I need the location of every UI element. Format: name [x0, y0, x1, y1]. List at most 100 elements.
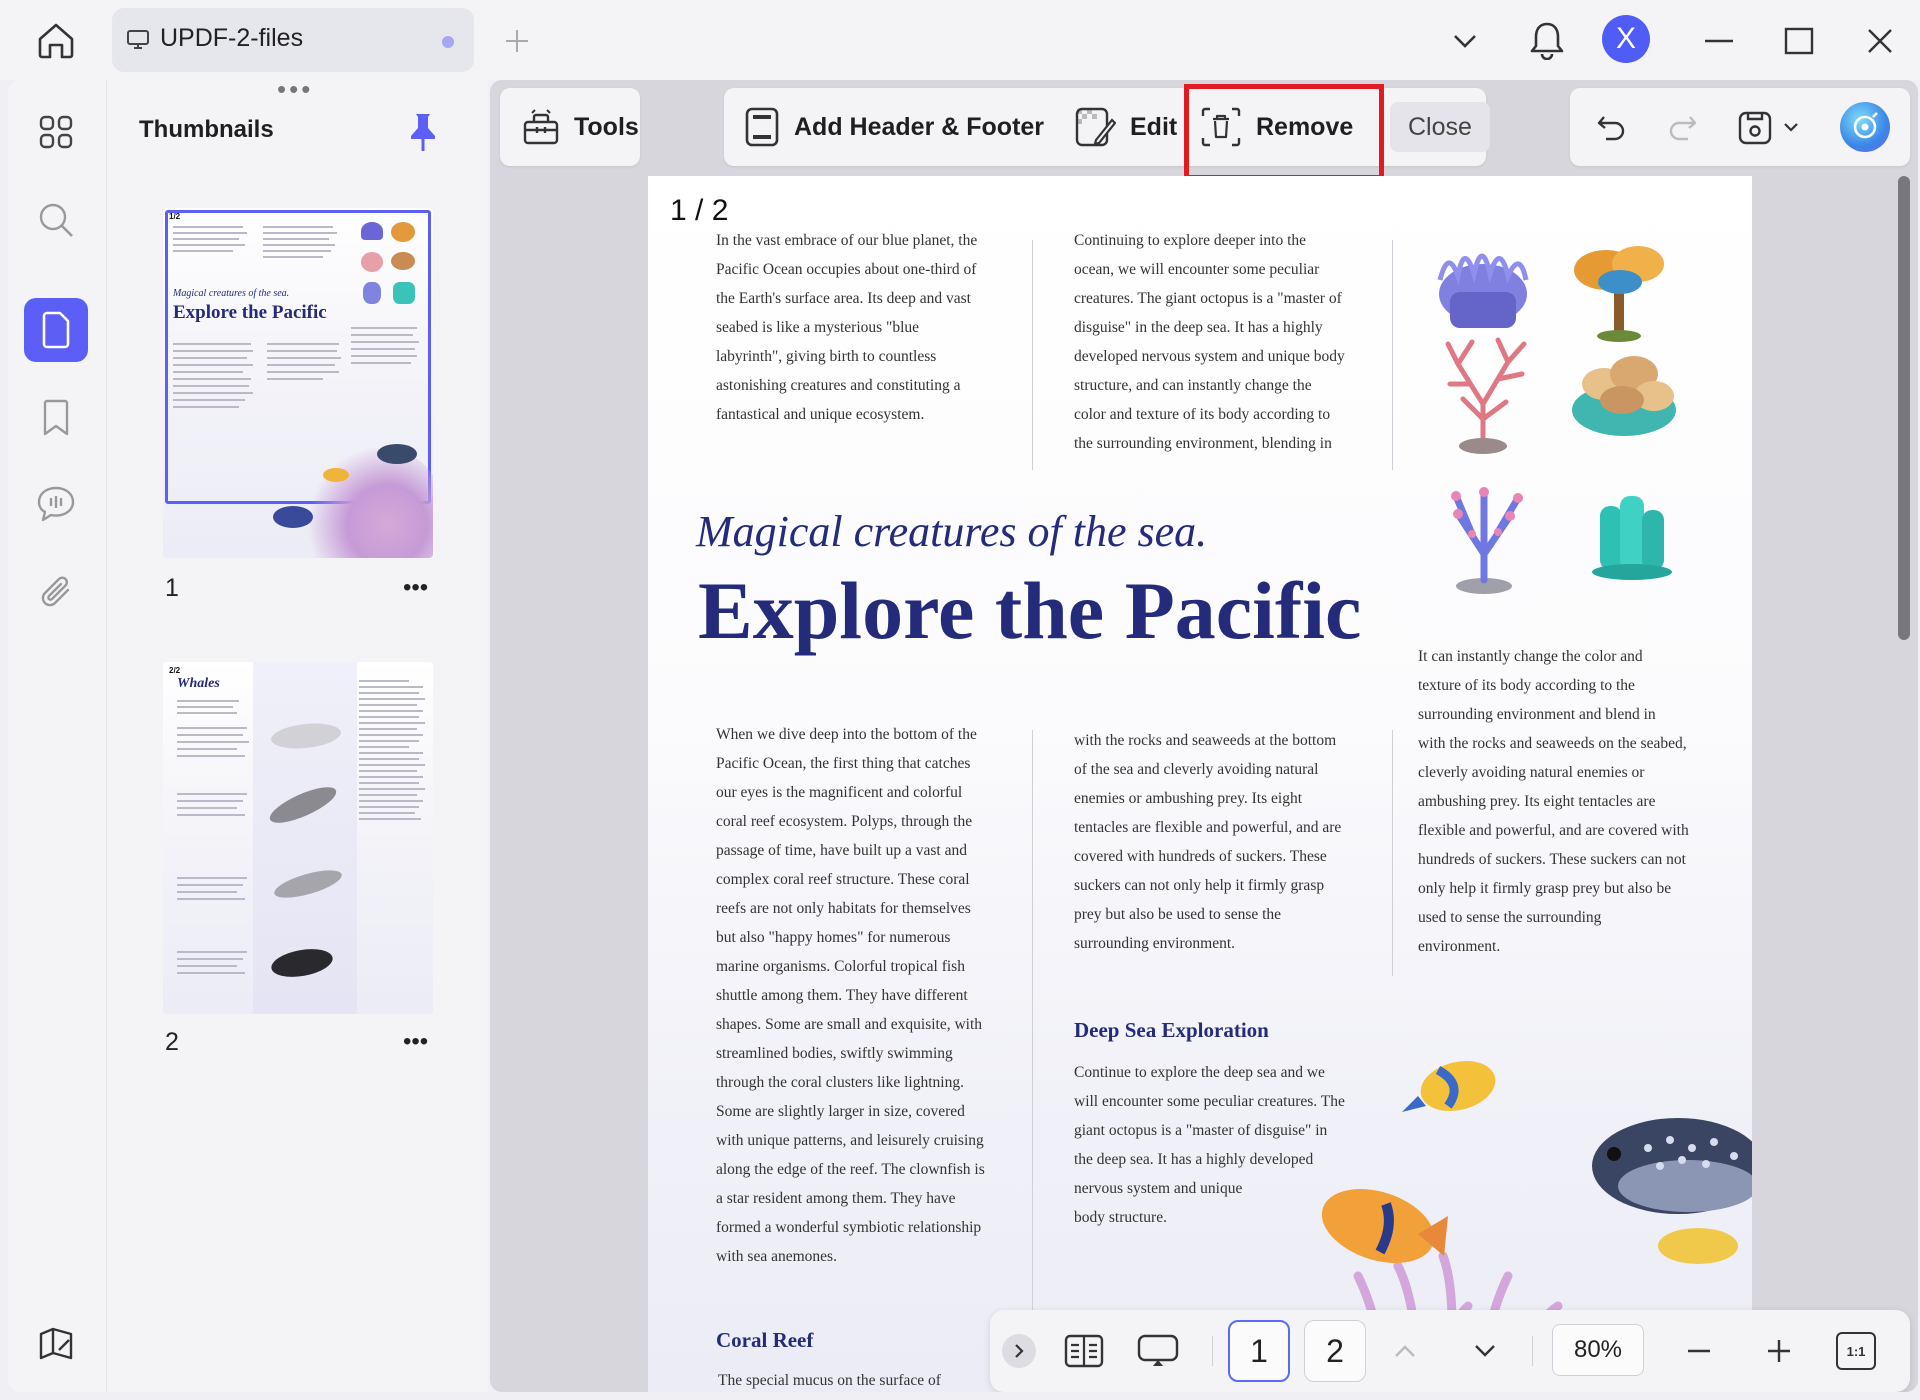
thumbnail-page-1[interactable]: 1/2 Magical creatures of the sea. Explor…	[163, 208, 433, 558]
page-layout-button[interactable]	[1060, 1330, 1108, 1372]
rail-attachments-button[interactable]	[24, 560, 88, 624]
rail-search-button[interactable]	[24, 188, 88, 252]
next-page-button[interactable]	[1468, 1334, 1502, 1368]
edit-header-footer-button[interactable]: Edit	[1074, 98, 1177, 156]
pdf-page: 1 / 2 In the vast embrace of our blue pl…	[648, 176, 1752, 1392]
chevron-right-icon	[1015, 1344, 1024, 1358]
thumbnails-title: Thumbnails	[139, 116, 274, 143]
minus-icon	[1688, 1349, 1710, 1353]
actual-size-button[interactable]: 1:1	[1836, 1332, 1876, 1370]
page-col1-top-text: In the vast embrace of our blue planet, …	[716, 232, 978, 423]
thumbnail-2-headline: Whales	[177, 676, 220, 691]
page-col1-bottom-text: When we dive deep into the bottom of the…	[716, 726, 985, 1265]
thumbnail-fish-art	[323, 468, 349, 482]
zoom-level-input[interactable]: 80%	[1552, 1324, 1644, 1376]
plus-icon	[506, 30, 528, 52]
two-page-icon	[1064, 1334, 1104, 1368]
header-footer-icon	[745, 107, 779, 147]
zoom-out-button[interactable]	[1682, 1334, 1716, 1368]
file-toolbar	[1570, 88, 1910, 166]
minimize-button[interactable]	[1696, 22, 1742, 60]
presentation-button[interactable]	[1134, 1330, 1182, 1372]
thumbnails-panel: ••• Thumbnails 1/2 Magical creatures of …	[106, 76, 488, 1392]
page-label: 1 / 2	[670, 194, 729, 227]
monitor-icon	[127, 30, 149, 49]
edit-label: Edit	[1130, 112, 1178, 141]
chevron-up-icon	[1395, 1345, 1415, 1357]
new-tab-button[interactable]	[500, 24, 534, 58]
notifications-button[interactable]	[1525, 16, 1569, 64]
remove-highlight-box	[1184, 84, 1384, 180]
close-window-button[interactable]	[1857, 20, 1903, 62]
tabs-dropdown-button[interactable]	[1444, 22, 1486, 60]
home-button[interactable]	[30, 18, 82, 62]
thumbnail-1-more-button[interactable]: •••	[403, 574, 428, 602]
ai-assistant-icon	[1853, 112, 1878, 139]
column-divider	[1392, 240, 1393, 470]
rail-comments-button[interactable]	[24, 472, 88, 536]
save-icon	[1738, 111, 1772, 145]
grid-icon	[39, 115, 73, 149]
panel-resize-grip[interactable]: •••	[277, 76, 313, 102]
page-headline: Explore the Pacific	[698, 565, 1362, 656]
comment-icon	[37, 486, 75, 522]
search-icon	[39, 203, 73, 237]
coral-reef-text: The special mucus on the surface of	[718, 1372, 941, 1389]
thumbnail-2-more-button[interactable]: •••	[403, 1028, 428, 1056]
rail-display-mode-button[interactable]	[24, 1312, 88, 1376]
page-col3-text: It can instantly change the color and tex…	[1418, 648, 1689, 955]
fit-icon: 1:1	[1846, 1343, 1866, 1359]
ai-assistant-button[interactable]	[1840, 102, 1890, 152]
thumbnail-page-2[interactable]: 2/2 Whales	[163, 662, 433, 1014]
bottom-toolbar: 1 2 80% 1:1	[990, 1310, 1910, 1392]
column-divider	[1032, 240, 1033, 470]
redo-icon	[1669, 116, 1697, 141]
thumbnail-2-page-label: 2/2	[169, 666, 181, 675]
page-2-button[interactable]: 2	[1304, 1320, 1366, 1382]
close-header-footer-button[interactable]: Close	[1390, 102, 1490, 152]
deep-sea-heading: Deep Sea Exploration	[1074, 1018, 1269, 1042]
thumbnail-coral-art	[303, 448, 433, 558]
toolbox-icon	[523, 109, 559, 145]
tools-button[interactable]: Tools	[522, 98, 639, 156]
purple-anemone-art	[1437, 253, 1529, 328]
teal-tube-coral-art	[1592, 496, 1672, 580]
pin-icon	[411, 114, 435, 151]
maximize-button[interactable]	[1776, 22, 1822, 60]
document-tab[interactable]: UPDF-2-files	[112, 8, 474, 72]
plus-icon	[1768, 1340, 1790, 1362]
bell-icon	[1530, 22, 1564, 60]
save-button[interactable]	[1730, 104, 1806, 150]
blue-pink-coral-art	[1451, 487, 1523, 594]
thumbnail-1-page-label: 1/2	[169, 212, 181, 221]
pin-panel-button[interactable]	[403, 108, 443, 156]
undo-button[interactable]	[1590, 106, 1632, 148]
user-avatar[interactable]: X	[1602, 15, 1650, 63]
tools-group: Tools	[500, 88, 640, 166]
rail-bookmarks-button[interactable]	[24, 386, 88, 450]
add-header-footer-button[interactable]: Add Header & Footer	[744, 98, 1044, 156]
redo-button[interactable]	[1662, 106, 1704, 148]
column-divider	[1392, 730, 1393, 976]
vertical-scrollbar[interactable]	[1898, 176, 1910, 640]
page-col2-top-text: Continuing to explore deeper into the oce…	[1074, 232, 1345, 452]
chevron-down-icon	[1454, 35, 1476, 48]
rail-thumbnails-button[interactable]	[24, 298, 88, 362]
previous-page-button[interactable]	[1388, 1334, 1422, 1368]
maximize-icon	[1784, 27, 1814, 55]
zoom-in-button[interactable]	[1762, 1334, 1796, 1368]
page-1-button[interactable]: 1	[1228, 1320, 1290, 1382]
clownfish-art	[1321, 1189, 1448, 1263]
shell-coral-art	[1572, 356, 1676, 436]
column-divider	[1032, 730, 1033, 1392]
page-col2-mid-text: with the rocks and seaweeds at the botto…	[1074, 732, 1342, 952]
thumbnail-1-subtitle: Magical creatures of the sea.	[173, 288, 290, 299]
chevron-down-icon	[1475, 1345, 1495, 1357]
expand-toolbar-button[interactable]	[1002, 1334, 1036, 1368]
rail-organize-button[interactable]	[24, 100, 88, 164]
thumbnail-coral-grid	[359, 222, 419, 306]
minimize-icon	[1705, 39, 1733, 43]
paperclip-icon	[41, 576, 70, 607]
undo-icon	[1597, 116, 1625, 141]
coral-reef-heading: Coral Reef	[716, 1328, 814, 1352]
